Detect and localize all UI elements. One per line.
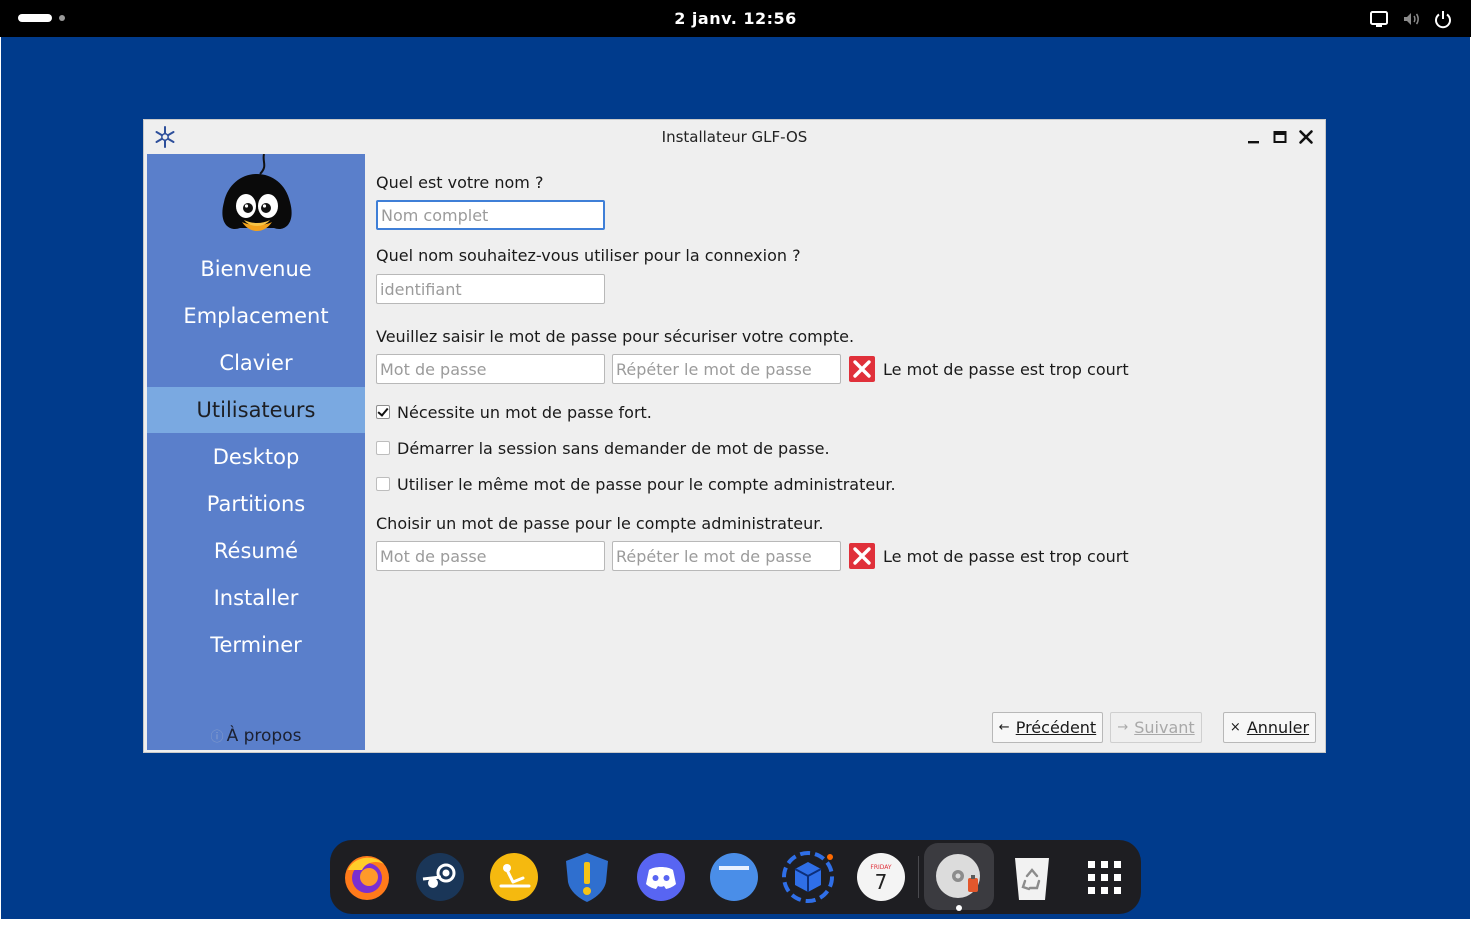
minimize-icon[interactable] [1244,127,1264,147]
arrow-left-icon: ← [998,720,1010,735]
display-icon[interactable] [1369,9,1389,29]
checkbox-autologin-label: Démarrer la session sans demander de mot… [397,438,830,458]
step-terminer: Terminer [210,633,302,657]
installer-window: Installateur GLF-OS Bienvenue Emplacemen… [143,119,1326,753]
password-input[interactable] [376,354,605,384]
login-input[interactable] [376,274,605,304]
step-desktop: Desktop [212,445,300,469]
checkbox-strong-password[interactable]: Nécessite un mot de passe fort. [376,401,652,423]
error-x-icon [849,543,875,569]
step-installer: Installer [213,586,299,610]
checkbox-unchecked[interactable] [376,477,390,491]
step-utilisateurs: Utilisateurs [147,387,365,433]
discord-icon[interactable] [632,848,690,906]
steam-icon[interactable] [411,848,469,906]
window-titlebar[interactable]: Installateur GLF-OS [144,120,1325,154]
name-question: Quel est votre nom ? [376,173,544,192]
penguin-mascot-icon [222,154,292,231]
clock[interactable]: 2 janv. 12:56 [0,9,1471,28]
error-x-icon [849,356,875,382]
dock: FRIDAY 7 [330,840,1141,914]
arrow-right-icon: → [1117,720,1129,735]
cancel-button[interactable]: × Annuler [1223,712,1316,743]
firefox-icon[interactable] [338,848,396,906]
step-emplacement: Emplacement [183,304,329,328]
previous-button[interactable]: ← Précédent [992,712,1103,743]
checkbox-checked[interactable] [376,405,390,419]
password-error-text: Le mot de passe est trop court [883,360,1129,379]
admin-question: Choisir un mot de passe pour le compte a… [376,514,824,533]
login-question: Quel nom souhaitez-vous utiliser pour la… [376,246,801,265]
lutris-icon[interactable] [485,848,543,906]
admin-password-repeat-input[interactable] [612,541,841,571]
full-name-input[interactable] [376,200,605,230]
admin-password-input[interactable] [376,541,605,571]
checkbox-same-admin-label: Utiliser le même mot de passe pour le co… [397,474,896,494]
password-question: Veuillez saisir le mot de passe pour séc… [376,327,855,346]
window-title: Installateur GLF-OS [661,128,808,146]
app-grid-icon[interactable] [1075,848,1133,906]
previous-label: Précédent [1015,718,1097,737]
about-label: À propos [226,726,302,746]
calendar-icon[interactable]: FRIDAY 7 [852,848,910,906]
files-icon[interactable] [705,848,763,906]
top-bar: 2 janv. 12:56 [0,0,1471,37]
close-icon[interactable] [1296,127,1316,147]
installer-disc-icon[interactable] [930,848,988,906]
power-icon[interactable] [1433,9,1453,29]
admin-password-error-text: Le mot de passe est trop court [883,547,1129,566]
next-button[interactable]: → Suivant [1110,712,1202,743]
system-tray[interactable] [1369,8,1453,30]
trash-icon[interactable] [1003,848,1061,906]
dock-separator [918,856,919,898]
volume-muted-icon[interactable] [1401,9,1421,29]
checkbox-autologin[interactable]: Démarrer la session sans demander de mot… [376,437,830,459]
checkbox-strong-label: Nécessite un mot de passe fort. [397,402,652,422]
about-link[interactable]: ⓘ À propos [147,726,365,746]
password-repeat-input[interactable] [612,354,841,384]
checkbox-unchecked[interactable] [376,441,390,455]
step-bienvenue: Bienvenue [200,257,312,281]
cancel-x-icon: × [1229,720,1241,735]
step-clavier: Clavier [219,351,293,375]
heroic-icon[interactable] [558,848,616,906]
info-icon: ⓘ [210,730,224,745]
steps-sidebar: Bienvenue Emplacement Clavier Utilisateu… [147,154,365,750]
maximize-icon[interactable] [1270,127,1290,147]
cancel-label: Annuler [1246,718,1310,737]
application-store-icon[interactable] [779,848,837,906]
step-resume: Résumé [213,539,299,563]
checkbox-same-admin-password[interactable]: Utiliser le même mot de passe pour le co… [376,473,896,495]
next-label: Suivant [1134,718,1195,737]
step-partitions: Partitions [206,492,306,516]
calendar-date: 7 [875,870,888,894]
